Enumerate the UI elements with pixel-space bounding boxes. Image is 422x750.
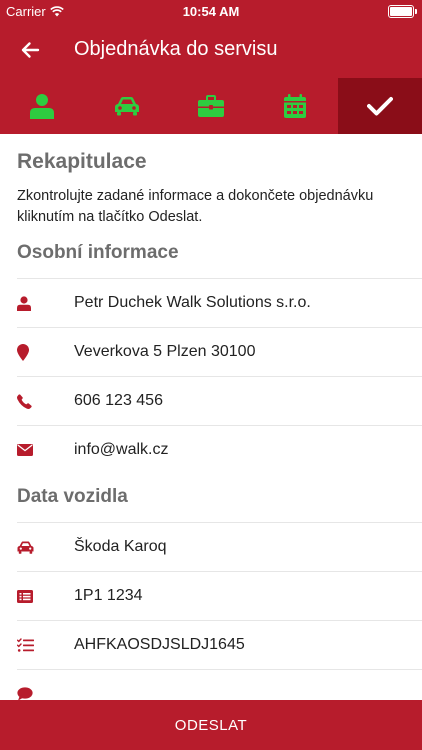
personal-name-row: Petr Duchek Walk Solutions s.r.o. bbox=[0, 279, 422, 327]
vehicle-vin-row: AHFKAOSDJSLDJ1645 bbox=[0, 621, 422, 669]
step-vehicle[interactable] bbox=[84, 78, 168, 134]
personal-email-row: info@walk.cz bbox=[0, 426, 422, 474]
submit-button[interactable]: ODESLAT bbox=[0, 700, 422, 750]
vehicle-plate: 1P1 1234 bbox=[74, 587, 143, 604]
user-icon bbox=[30, 94, 55, 119]
battery-icon bbox=[388, 5, 417, 18]
tasks-icon bbox=[17, 638, 34, 652]
personal-address: Veverkova 5 Plzen 30100 bbox=[74, 343, 256, 360]
summary-title: Rekapitulace bbox=[17, 150, 147, 173]
vehicle-plate-row: 1P1 1234 bbox=[0, 572, 422, 620]
personal-phone: 606 123 456 bbox=[74, 392, 163, 409]
car-icon bbox=[17, 541, 34, 554]
check-icon bbox=[366, 97, 393, 116]
personal-email: info@walk.cz bbox=[74, 441, 169, 458]
toolbox-icon bbox=[198, 95, 225, 117]
vehicle-section-title: Data vozidla bbox=[17, 486, 128, 507]
status-bar: Carrier 10:54 AM bbox=[0, 0, 422, 22]
personal-name: Petr Duchek Walk Solutions s.r.o. bbox=[74, 294, 311, 311]
envelope-icon bbox=[17, 444, 33, 456]
vehicle-model-row: Škoda Karoq bbox=[0, 523, 422, 571]
arrow-left-icon bbox=[21, 42, 40, 58]
back-button[interactable] bbox=[16, 36, 44, 64]
summary-content[interactable]: Rekapitulace Zkontrolujte zadané informa… bbox=[0, 134, 422, 700]
step-personal[interactable] bbox=[0, 78, 84, 134]
note-row bbox=[0, 670, 422, 700]
personal-section-title: Osobní informace bbox=[17, 242, 179, 263]
page-title: Objednávka do servisu bbox=[74, 38, 278, 60]
vehicle-vin: AHFKAOSDJSLDJ1645 bbox=[74, 636, 245, 653]
list-alt-icon bbox=[17, 589, 33, 603]
calendar-icon bbox=[284, 94, 307, 118]
step-summary[interactable] bbox=[337, 78, 422, 134]
vehicle-model: Škoda Karoq bbox=[74, 538, 167, 555]
car-icon bbox=[114, 97, 139, 116]
personal-address-row: Veverkova 5 Plzen 30100 bbox=[0, 328, 422, 376]
step-indicator bbox=[0, 78, 422, 134]
summary-text: Zkontrolujte zadané informace a dokončet… bbox=[17, 188, 374, 225]
comment-icon bbox=[17, 687, 33, 700]
personal-phone-row: 606 123 456 bbox=[0, 377, 422, 425]
app-bar: Objednávka do servisu bbox=[0, 22, 422, 78]
map-marker-icon bbox=[17, 343, 29, 361]
step-service[interactable] bbox=[169, 78, 253, 134]
user-icon bbox=[17, 295, 31, 311]
clock: 10:54 AM bbox=[182, 4, 240, 19]
phone-icon bbox=[17, 393, 32, 409]
step-date[interactable] bbox=[253, 78, 337, 134]
